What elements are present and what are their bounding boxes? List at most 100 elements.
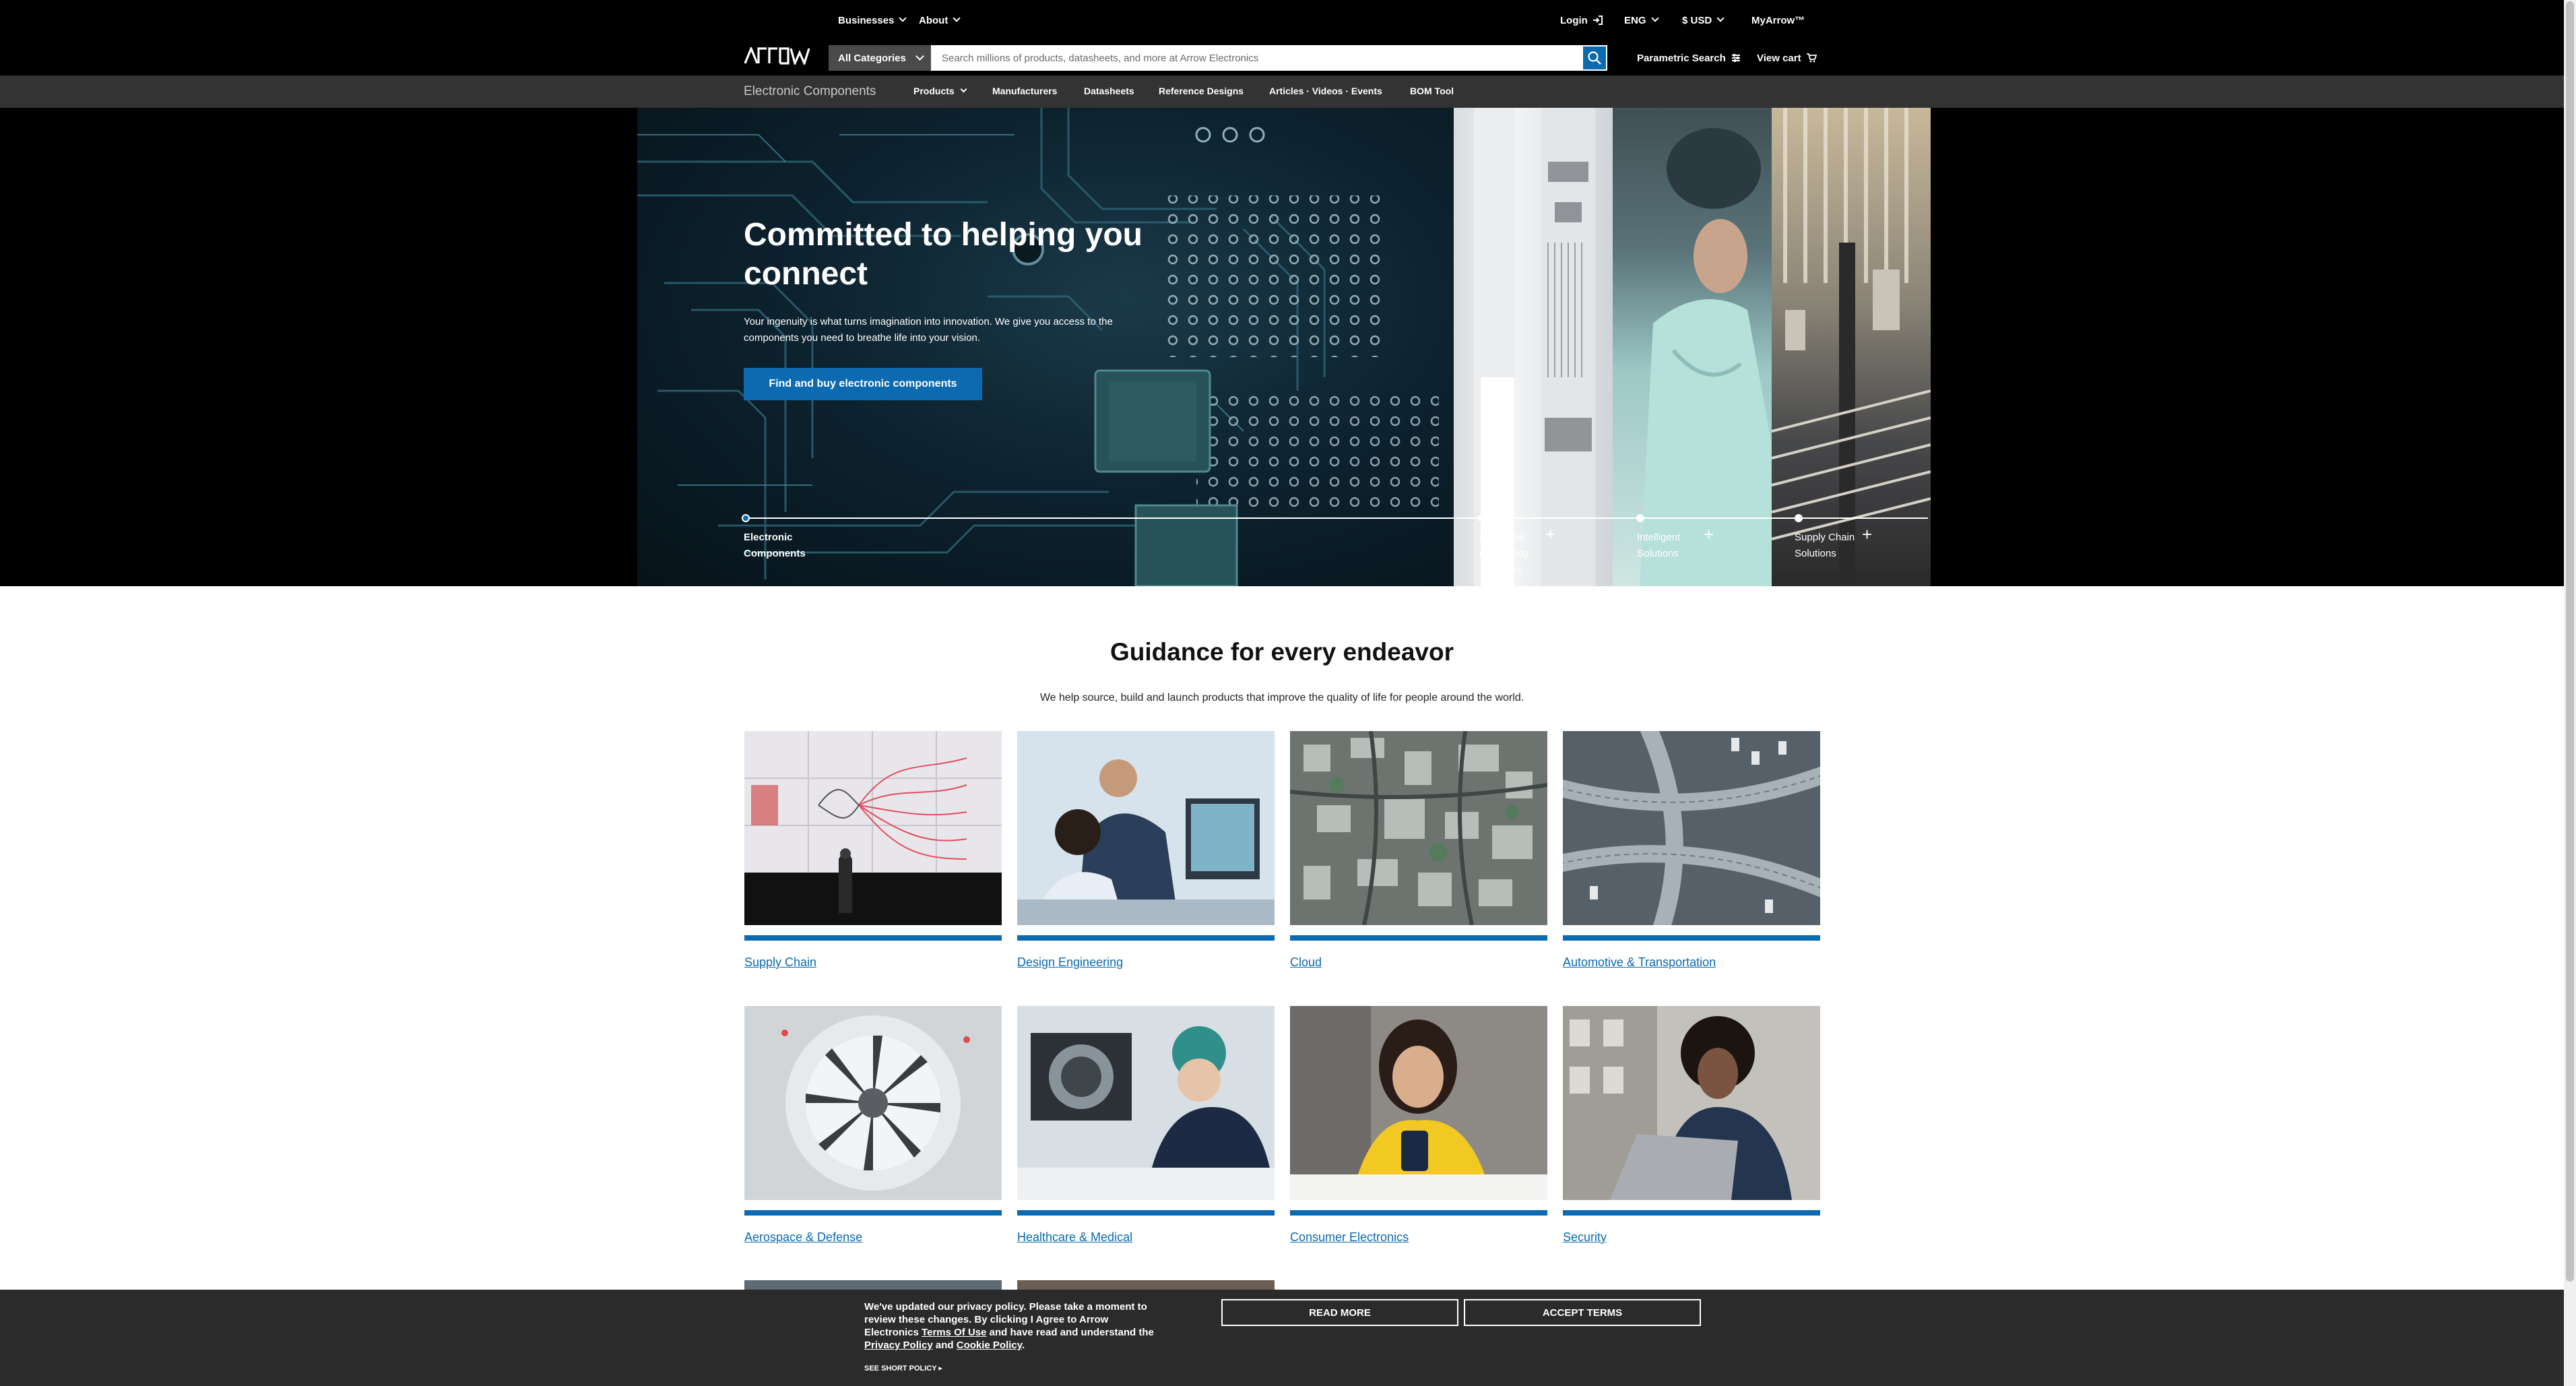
language-selector[interactable]: ENG <box>1624 12 1659 28</box>
nav-manufacturers-label: Manufacturers <box>992 86 1058 96</box>
view-cart-label: View cart <box>1757 52 1801 64</box>
filter-icon <box>1731 54 1740 62</box>
privacy-policy-link[interactable]: Privacy Policy <box>864 1340 933 1351</box>
parametric-search-link[interactable]: Parametric Search <box>1637 50 1741 66</box>
hero-banner: Committed to helping you connect Your in… <box>0 108 2564 586</box>
myarrow-label: MyArrow™ <box>1751 14 1805 26</box>
accept-terms-button[interactable]: ACCEPT TERMS <box>1464 1299 1701 1326</box>
nav-products[interactable]: Products <box>913 86 967 96</box>
cloud-photo <box>1290 731 1547 925</box>
supply-chain-photo <box>744 731 1002 925</box>
card-cloud[interactable]: Cloud <box>1290 731 1547 970</box>
nav-products-label: Products <box>913 86 955 96</box>
secondary-nav: Electronic Components Products Manufactu… <box>0 75 2564 108</box>
card-accent-bar <box>744 1210 1002 1216</box>
currency-label: $ USD <box>1682 14 1712 26</box>
read-more-button[interactable]: READ MORE <box>1221 1299 1458 1326</box>
cookie-text: and have read and understand the <box>989 1327 1154 1338</box>
nav-datasheets[interactable]: Datasheets <box>1084 86 1134 96</box>
card-security[interactable]: Security <box>1563 1006 1820 1245</box>
view-cart-link[interactable]: View cart <box>1757 50 1817 66</box>
language-label: ENG <box>1624 14 1646 26</box>
find-components-button[interactable]: Find and buy electronic components <box>744 368 982 400</box>
plus-icon[interactable]: + <box>1704 526 1714 543</box>
circuit-board-image <box>637 108 1454 586</box>
login-label: Login <box>1560 14 1588 26</box>
card-automotive-link[interactable]: Automotive & Transportation <box>1563 955 1820 970</box>
myarrow-link[interactable]: MyArrow™ <box>1751 12 1805 28</box>
section-brand[interactable]: Electronic Components <box>744 84 876 99</box>
nav-bom-tool-label: BOM Tool <box>1410 86 1454 96</box>
chevron-down-icon <box>1716 14 1725 22</box>
chevron-down-icon <box>1650 14 1659 22</box>
nav-articles-videos-events[interactable]: Articles · Videos · Events <box>1269 86 1382 96</box>
card-supply-chain[interactable]: Supply Chain <box>744 731 1002 970</box>
tab-supply-chain-solutions[interactable]: Supply Chain Solutions <box>1795 530 1862 562</box>
nav-manufacturers[interactable]: Manufacturers <box>992 86 1057 96</box>
card-design-engineering[interactable]: Design Engineering <box>1017 731 1275 970</box>
card-consumer-electronics[interactable]: Consumer Electronics <box>1290 1006 1547 1245</box>
chevron-down-icon <box>899 14 907 22</box>
nav-bom-tool[interactable]: BOM Tool <box>1410 86 1454 96</box>
arrow-logo[interactable] <box>744 47 811 65</box>
card-accent-bar <box>1290 1210 1547 1216</box>
about-menu[interactable]: About <box>919 12 961 28</box>
plus-icon[interactable]: + <box>1862 526 1872 543</box>
tab-dot-enterprise-computing[interactable] <box>1478 514 1486 522</box>
chevron-down-icon <box>953 14 961 22</box>
tab-electronic-components[interactable]: Electronic Components <box>744 530 818 562</box>
chevron-down-icon <box>960 86 967 93</box>
security-photo <box>1563 1006 1820 1200</box>
card-accent-bar <box>1563 935 1820 941</box>
about-label: About <box>919 14 948 26</box>
login-icon <box>1592 15 1603 25</box>
healthcare-photo <box>1017 1006 1275 1200</box>
scrollbar-thumb[interactable] <box>2566 1 2574 1282</box>
card-healthcare-medical[interactable]: Healthcare & Medical <box>1017 1006 1275 1245</box>
card-aerospace-link[interactable]: Aerospace & Defense <box>744 1230 1002 1245</box>
tab-dot-supply-chain[interactable] <box>1795 514 1803 522</box>
tab-dot-electronic-components[interactable] <box>742 514 750 522</box>
tab-dot-intelligent-solutions[interactable] <box>1636 514 1644 522</box>
search-input[interactable] <box>931 45 1582 71</box>
parametric-search-label: Parametric Search <box>1637 52 1726 64</box>
cookie-text: and <box>935 1340 954 1351</box>
card-consumer-electronics-link[interactable]: Consumer Electronics <box>1290 1230 1547 1245</box>
card-accent-bar <box>1563 1210 1820 1216</box>
nav-reference-designs[interactable]: Reference Designs <box>1159 86 1244 96</box>
automotive-photo <box>1563 731 1820 925</box>
card-accent-bar <box>1290 935 1547 941</box>
cookie-message: We've updated our privacy policy. Please… <box>864 1300 1154 1352</box>
tab-enterprise-computing-solutions[interactable]: Enterprise Computing Solutions <box>1479 530 1547 578</box>
aerospace-photo <box>744 1006 1002 1200</box>
nav-articles-label: Articles · Videos · Events <box>1269 86 1382 96</box>
login-link[interactable]: Login <box>1560 12 1603 28</box>
top-header: Businesses About Login ENG $ USD MyArrow… <box>0 0 2564 75</box>
card-accent-bar <box>744 935 1002 941</box>
card-cloud-link[interactable]: Cloud <box>1290 955 1547 970</box>
tab-intelligent-solutions[interactable]: Intelligent Solutions <box>1637 530 1704 562</box>
businesses-menu[interactable]: Businesses <box>838 12 907 28</box>
card-supply-chain-link[interactable]: Supply Chain <box>744 955 1002 970</box>
currency-selector[interactable]: $ USD <box>1682 12 1725 28</box>
plus-icon[interactable]: + <box>1545 526 1555 543</box>
nav-datasheets-label: Datasheets <box>1084 86 1134 96</box>
card-automotive-transportation[interactable]: Automotive & Transportation <box>1563 731 1820 970</box>
cookie-policy-link[interactable]: Cookie Policy <box>957 1340 1022 1351</box>
see-short-policy-link[interactable]: SEE SHORT POLICY ▸ <box>864 1364 942 1373</box>
search-button[interactable] <box>1582 45 1607 71</box>
card-healthcare-link[interactable]: Healthcare & Medical <box>1017 1230 1275 1245</box>
chevron-down-icon <box>915 52 924 61</box>
design-engineering-photo <box>1017 731 1275 925</box>
cart-icon <box>1806 53 1817 63</box>
card-security-link[interactable]: Security <box>1563 1230 1820 1245</box>
guidance-title: Guidance for every endeavor <box>1110 638 1454 666</box>
category-selector[interactable]: All Categories <box>829 45 931 71</box>
category-label: All Categories <box>838 52 906 64</box>
card-design-engineering-link[interactable]: Design Engineering <box>1017 955 1275 970</box>
cookie-text: . <box>1022 1340 1025 1351</box>
card-accent-bar <box>1017 1210 1275 1216</box>
guidance-subtitle: We help source, build and launch product… <box>1039 692 1524 703</box>
card-aerospace-defense[interactable]: Aerospace & Defense <box>744 1006 1002 1245</box>
terms-of-use-link[interactable]: Terms Of Use <box>922 1327 986 1338</box>
